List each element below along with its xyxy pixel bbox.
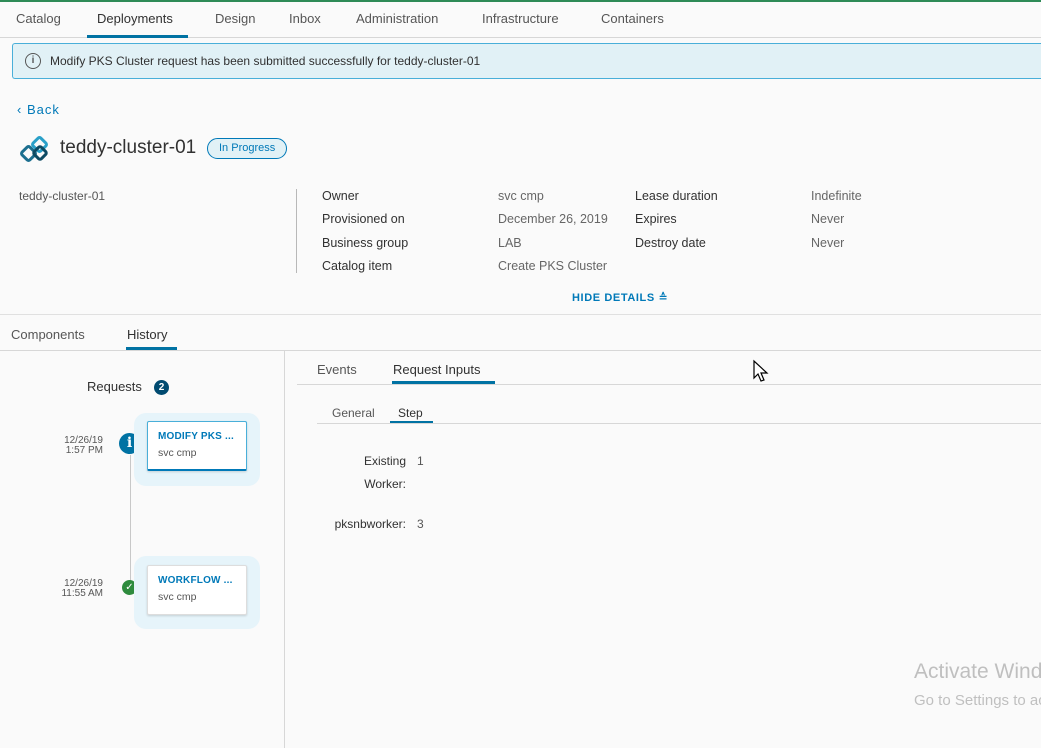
nav-active-indicator bbox=[87, 35, 188, 38]
details-divider bbox=[296, 189, 297, 273]
existing-worker-label-line1: Existing bbox=[363, 454, 406, 468]
tab-request-inputs[interactable]: Request Inputs bbox=[393, 362, 480, 377]
pks-cluster-icon bbox=[20, 136, 48, 162]
tab-events[interactable]: Events bbox=[317, 362, 357, 377]
nav-tab-administration[interactable]: Administration bbox=[356, 11, 438, 26]
deployment-name-summary: teddy-cluster-01 bbox=[19, 189, 106, 203]
request-title: WORKFLOW ... bbox=[158, 575, 233, 586]
request-owner: svc cmp bbox=[158, 591, 197, 603]
expires-value: Never bbox=[811, 212, 845, 226]
success-alert: i Modify PKS Cluster request has been su… bbox=[12, 43, 1041, 79]
timeline-line bbox=[130, 455, 131, 585]
nav-tab-design[interactable]: Design bbox=[215, 11, 255, 26]
section-divider bbox=[0, 314, 1041, 315]
nav-tab-catalog[interactable]: Catalog bbox=[16, 11, 61, 26]
nav-tab-containers[interactable]: Containers bbox=[601, 11, 664, 26]
tab-step[interactable]: Step bbox=[398, 406, 423, 420]
existing-worker-value: 1 bbox=[417, 454, 424, 468]
requests-heading: Requests bbox=[87, 379, 142, 394]
requests-count-badge: 2 bbox=[154, 380, 169, 395]
destroy-date-value: Never bbox=[811, 236, 845, 250]
back-label: Back bbox=[26, 102, 60, 117]
request-date-time: 1:57 PM bbox=[65, 445, 103, 456]
nav-tab-deployments[interactable]: Deployments bbox=[97, 11, 173, 26]
request-title: MODIFY PKS ... bbox=[158, 431, 234, 442]
request-date: 12/26/19 1:57 PM bbox=[53, 436, 103, 456]
deployment-title: teddy-cluster-01 bbox=[60, 137, 197, 158]
lease-duration-value: Indefinite bbox=[811, 189, 862, 203]
request-date: 12/26/19 11:55 AM bbox=[53, 579, 103, 599]
pksnbworker-value: 3 bbox=[417, 517, 424, 531]
back-link[interactable]: ‹ Back bbox=[17, 102, 60, 117]
activate-watermark-subtitle: Go to Settings to activate Windows. bbox=[914, 692, 1041, 709]
panel-divider bbox=[284, 351, 285, 748]
top-nav: Catalog Deployments Design Inbox Adminis… bbox=[0, 0, 1041, 38]
pksnbworker-label: pksnbworker: bbox=[334, 517, 406, 531]
destroy-date-label: Destroy date bbox=[635, 236, 706, 250]
mouse-cursor-icon bbox=[753, 359, 769, 382]
input-tabs-divider bbox=[317, 423, 1041, 424]
chevron-left-icon: ‹ bbox=[17, 102, 27, 117]
tab-general[interactable]: General bbox=[332, 406, 375, 420]
request-date-time: 11:55 AM bbox=[61, 588, 103, 599]
business-group-label: Business group bbox=[322, 236, 409, 250]
status-badge: In Progress bbox=[207, 138, 288, 159]
chevron-double-up-icon: ≙ bbox=[658, 292, 669, 304]
catalog-item-label: Catalog item bbox=[322, 259, 393, 273]
owner-value: svc cmp bbox=[498, 189, 544, 203]
business-group-value: LAB bbox=[498, 236, 522, 250]
expires-label: Expires bbox=[635, 212, 677, 226]
owner-label: Owner bbox=[322, 189, 359, 203]
tab-components[interactable]: Components bbox=[11, 327, 85, 342]
catalog-item-value[interactable]: Create PKS Cluster bbox=[498, 259, 613, 273]
provisioned-label: Provisioned on bbox=[322, 212, 405, 226]
nav-tab-infrastructure[interactable]: Infrastructure bbox=[482, 11, 559, 26]
existing-worker-label-line2: Worker: bbox=[364, 477, 406, 491]
lease-duration-label: Lease duration bbox=[635, 189, 718, 203]
request-card[interactable]: WORKFLOW ... svc cmp bbox=[147, 565, 247, 615]
tab-history[interactable]: History bbox=[127, 327, 167, 342]
request-card[interactable]: MODIFY PKS ... svc cmp bbox=[147, 421, 247, 471]
provisioned-value: December 26, 2019 bbox=[498, 212, 608, 226]
hide-details-button[interactable]: HIDE DETAILS ≙ bbox=[572, 291, 668, 304]
info-icon: i bbox=[25, 53, 41, 69]
detail-tabs-divider bbox=[297, 384, 1041, 385]
nav-tab-inbox[interactable]: Inbox bbox=[289, 11, 321, 26]
hide-details-label: HIDE DETAILS bbox=[572, 292, 655, 304]
request-owner: svc cmp bbox=[158, 447, 197, 459]
activate-watermark-title: Activate Windows bbox=[914, 660, 1041, 683]
tabs-divider bbox=[0, 350, 1041, 351]
alert-message: Modify PKS Cluster request has been subm… bbox=[50, 54, 481, 68]
